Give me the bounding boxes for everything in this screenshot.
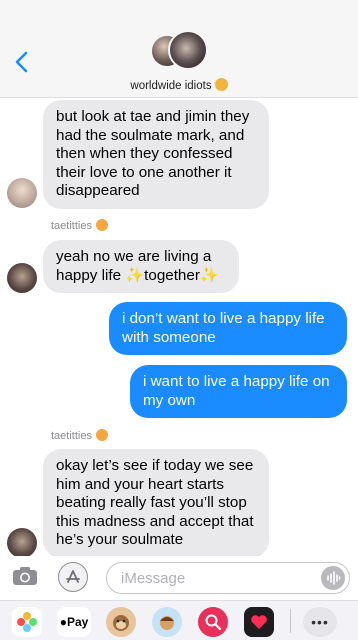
sender-name: taetitties [51,219,108,232]
audio-message-icon[interactable] [321,566,345,590]
app-store-glyph-icon [66,570,80,583]
message-text: i want to live a happy life on my own [143,373,330,409]
message-text: i don’t want to live a happy life with s… [122,310,325,346]
group-member-avatar [168,30,208,70]
animoji-icon[interactable] [106,607,136,637]
drawer-divider [290,609,291,633]
app-drawer: ● Pay ••• [0,600,358,640]
digital-touch-icon[interactable] [244,607,274,637]
group-name-text: worldwide idiots [130,80,212,92]
apple-pay-icon[interactable]: ● Pay [57,607,91,637]
conversation-header: worldwide idiots [0,0,358,98]
heart-icon [251,615,267,629]
message-input-bar: iMessage [0,556,358,600]
sender-name: taetitties [51,429,108,442]
apple-logo-icon: ● [59,615,67,629]
sparkles-emoji-icon: ✨ [125,266,145,284]
woozy-face-emoji-icon [214,78,228,91]
camera-icon[interactable] [12,566,38,586]
photos-app-icon[interactable] [12,607,42,637]
imessage-input[interactable]: iMessage [106,562,350,594]
monkey-face-icon [113,615,129,631]
memoji-face-icon [160,616,174,630]
incoming-message-bubble[interactable]: yeah no we are living a happy life ✨toge… [43,240,239,293]
kissing-face-emoji-icon [95,219,108,231]
app-store-icon[interactable] [58,562,88,592]
more-apps-dots: ••• [311,614,329,630]
kissing-face-emoji-icon [95,429,108,441]
magnifier-icon [205,614,222,631]
imessage-placeholder: iMessage [121,570,186,587]
image-search-app-icon[interactable] [198,607,228,637]
sender-name-text: taetitties [51,220,92,232]
back-chevron-icon[interactable] [12,50,32,74]
message-text: together [144,266,200,284]
message-text: but look at tae and jimin they had the s… [56,108,250,199]
outgoing-message-bubble[interactable]: i don’t want to live a happy life with s… [109,302,347,355]
contact-avatar[interactable] [7,178,37,208]
group-name-label[interactable]: worldwide idiots [0,78,358,92]
sparkles-emoji-icon: ✨ [199,266,219,284]
group-avatar[interactable] [150,30,210,72]
waveform-icon [327,571,341,585]
outgoing-message-bubble[interactable]: i want to live a happy life on my own [130,365,347,418]
apple-pay-label: Pay [66,615,89,629]
message-text: okay let’s see if today we see him and y… [56,457,254,548]
sender-name-text: taetitties [51,430,92,442]
photos-flower-icon [17,612,37,632]
contact-avatar[interactable] [7,263,37,293]
memoji-icon[interactable] [152,607,182,637]
contact-avatar[interactable] [7,528,37,558]
more-apps-icon[interactable]: ••• [303,607,337,637]
incoming-message-bubble[interactable]: okay let’s see if today we see him and y… [43,449,269,558]
incoming-message-bubble[interactable]: but look at tae and jimin they had the s… [43,100,269,209]
